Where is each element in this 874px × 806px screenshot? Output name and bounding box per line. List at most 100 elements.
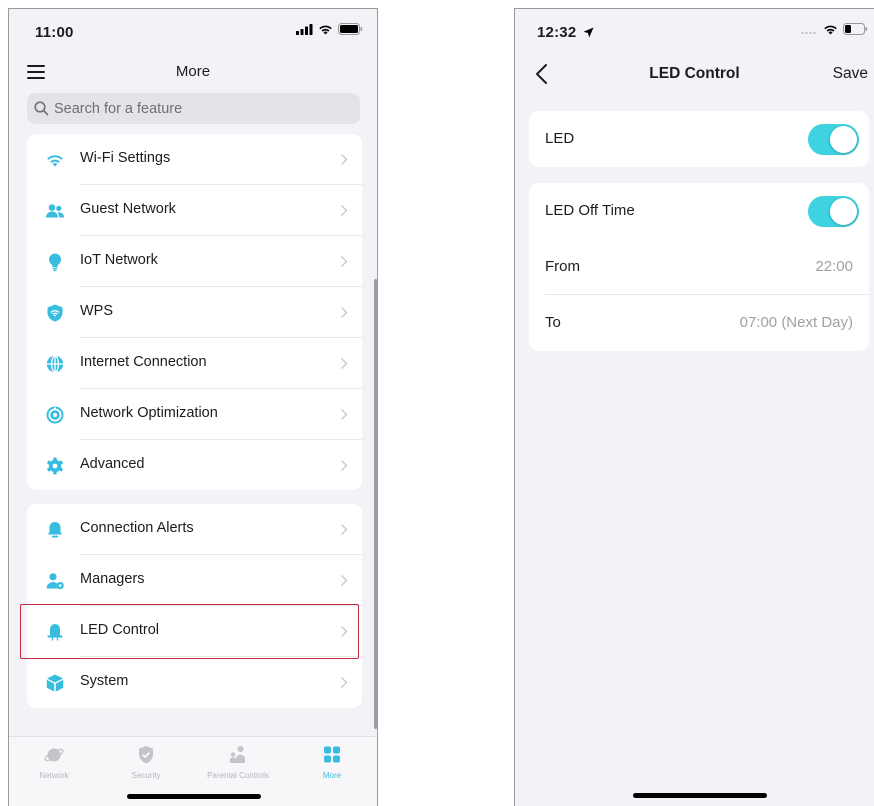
battery-icon	[843, 23, 868, 35]
cellular-signal-icon	[801, 31, 816, 34]
menu-item-label: WPS	[80, 303, 114, 319]
battery-icon	[338, 23, 363, 35]
from-label: From	[545, 258, 580, 275]
chevron-right-icon	[341, 677, 348, 688]
tab-more[interactable]: More	[292, 745, 372, 780]
menu-item-label: LED Control	[80, 622, 159, 638]
scrollbar[interactable]	[374, 279, 377, 729]
menu-item-label: Internet Connection	[80, 354, 207, 370]
wps-shield-icon	[47, 304, 63, 322]
chevron-right-icon	[341, 307, 348, 318]
menu-item-wps[interactable]: WPS	[27, 287, 362, 338]
led-toggle[interactable]	[808, 124, 859, 155]
chevron-right-icon	[341, 205, 348, 216]
chevron-right-icon	[341, 524, 348, 535]
led-off-time-card: LED Off Time From 22:00 To 07:00 (Next D…	[529, 183, 869, 351]
search-icon	[34, 101, 49, 116]
led-row: LED	[529, 111, 869, 167]
chevron-right-icon	[341, 575, 348, 586]
location-arrow-icon	[583, 27, 594, 38]
menu-item-label: IoT Network	[80, 252, 158, 268]
tab-label: Security	[131, 771, 161, 780]
menu-item-wifi-settings[interactable]: Wi-Fi Settings	[27, 134, 362, 185]
to-label: To	[545, 314, 561, 331]
tab-parental-controls[interactable]: Parental Controls	[198, 745, 278, 780]
page-title: More	[175, 63, 211, 80]
tab-label: More	[322, 771, 342, 780]
led-control-screen: 12:32 LED Control Save LED LED Off Time …	[514, 8, 874, 806]
chevron-right-icon	[341, 460, 348, 471]
status-time: 12:32	[537, 24, 594, 41]
chevron-right-icon	[341, 256, 348, 267]
status-bar: 12:32	[515, 9, 874, 53]
led-card: LED	[529, 111, 869, 167]
led-off-time-label: LED Off Time	[545, 202, 635, 219]
page-title: LED Control	[649, 65, 740, 82]
menu-item-label: Wi-Fi Settings	[80, 150, 171, 166]
planet-icon	[44, 748, 64, 762]
toggle-knob	[830, 126, 857, 153]
menu-item-label: Managers	[80, 571, 145, 587]
gear-icon	[47, 457, 63, 475]
led-off-time-toggle[interactable]	[808, 196, 859, 227]
status-time: 11:00	[35, 24, 74, 41]
toggle-knob	[830, 198, 857, 225]
more-screen: 11:00 More Search for a feature Wi-Fi Se…	[8, 8, 378, 806]
menu-item-label: Guest Network	[80, 201, 176, 217]
chevron-right-icon	[341, 409, 348, 420]
tab-label: Network	[39, 771, 69, 780]
led-off-time-row: LED Off Time	[529, 183, 869, 239]
to-row[interactable]: To 07:00 (Next Day)	[529, 295, 869, 351]
tab-security[interactable]: Security	[106, 745, 186, 780]
chevron-right-icon	[341, 154, 348, 165]
header: More	[9, 55, 377, 89]
wifi-status-icon	[824, 25, 837, 34]
family-icon	[229, 746, 245, 763]
led-label: LED	[545, 130, 575, 147]
menu-item-connection-alerts[interactable]: Connection Alerts	[27, 504, 362, 555]
led-icon	[47, 624, 63, 641]
menu-item-iot-network[interactable]: IoT Network	[27, 236, 362, 287]
globe-icon	[46, 355, 64, 373]
menu-item-guest-network[interactable]: Guest Network	[27, 185, 362, 236]
chevron-right-icon	[341, 358, 348, 369]
search-placeholder: Search for a feature	[54, 100, 183, 117]
tab-label: Parental Controls	[207, 771, 269, 780]
save-button[interactable]: Save	[833, 65, 868, 83]
guest-users-icon	[46, 204, 65, 218]
menu-item-led-control[interactable]: LED Control	[27, 606, 362, 657]
tab-bar: Network Security Parental Controls More	[9, 736, 377, 806]
wifi-icon	[47, 155, 63, 167]
grid-icon	[324, 746, 340, 763]
status-time-text: 12:32	[537, 24, 577, 41]
lightbulb-icon	[49, 253, 62, 272]
cube-icon	[46, 674, 64, 692]
menu-item-advanced[interactable]: Advanced	[27, 440, 362, 491]
home-indicator	[633, 793, 767, 798]
from-row[interactable]: From 22:00	[529, 239, 869, 295]
from-time-value[interactable]: 22:00	[815, 258, 853, 275]
tab-network[interactable]: Network	[14, 745, 94, 780]
wifi-status-icon	[319, 25, 332, 34]
menu-item-system[interactable]: System	[27, 657, 362, 708]
menu-item-network-optimization[interactable]: Network Optimization	[27, 389, 362, 440]
menu-item-label: Network Optimization	[80, 405, 218, 421]
menu-item-label: System	[80, 673, 129, 689]
header: LED Control Save	[515, 57, 874, 91]
settings-group-network: Wi-Fi Settings Guest Network IoT Network…	[27, 134, 362, 490]
chevron-right-icon	[341, 626, 348, 637]
menu-item-label: Advanced	[80, 456, 145, 472]
to-time-value[interactable]: 07:00 (Next Day)	[740, 314, 853, 331]
status-icons	[801, 23, 868, 35]
shield-check-icon	[139, 746, 153, 764]
status-bar: 11:00	[9, 9, 377, 53]
menu-item-managers[interactable]: Managers	[27, 555, 362, 606]
menu-item-label: Connection Alerts	[80, 520, 194, 536]
search-input[interactable]: Search for a feature	[27, 93, 360, 124]
menu-item-internet-connection[interactable]: Internet Connection	[27, 338, 362, 389]
bell-icon	[47, 522, 63, 538]
manager-icon	[46, 573, 64, 590]
settings-group-system: Connection Alerts Managers LED Control S…	[27, 504, 362, 708]
cellular-signal-icon	[296, 23, 313, 35]
home-indicator	[127, 794, 261, 799]
